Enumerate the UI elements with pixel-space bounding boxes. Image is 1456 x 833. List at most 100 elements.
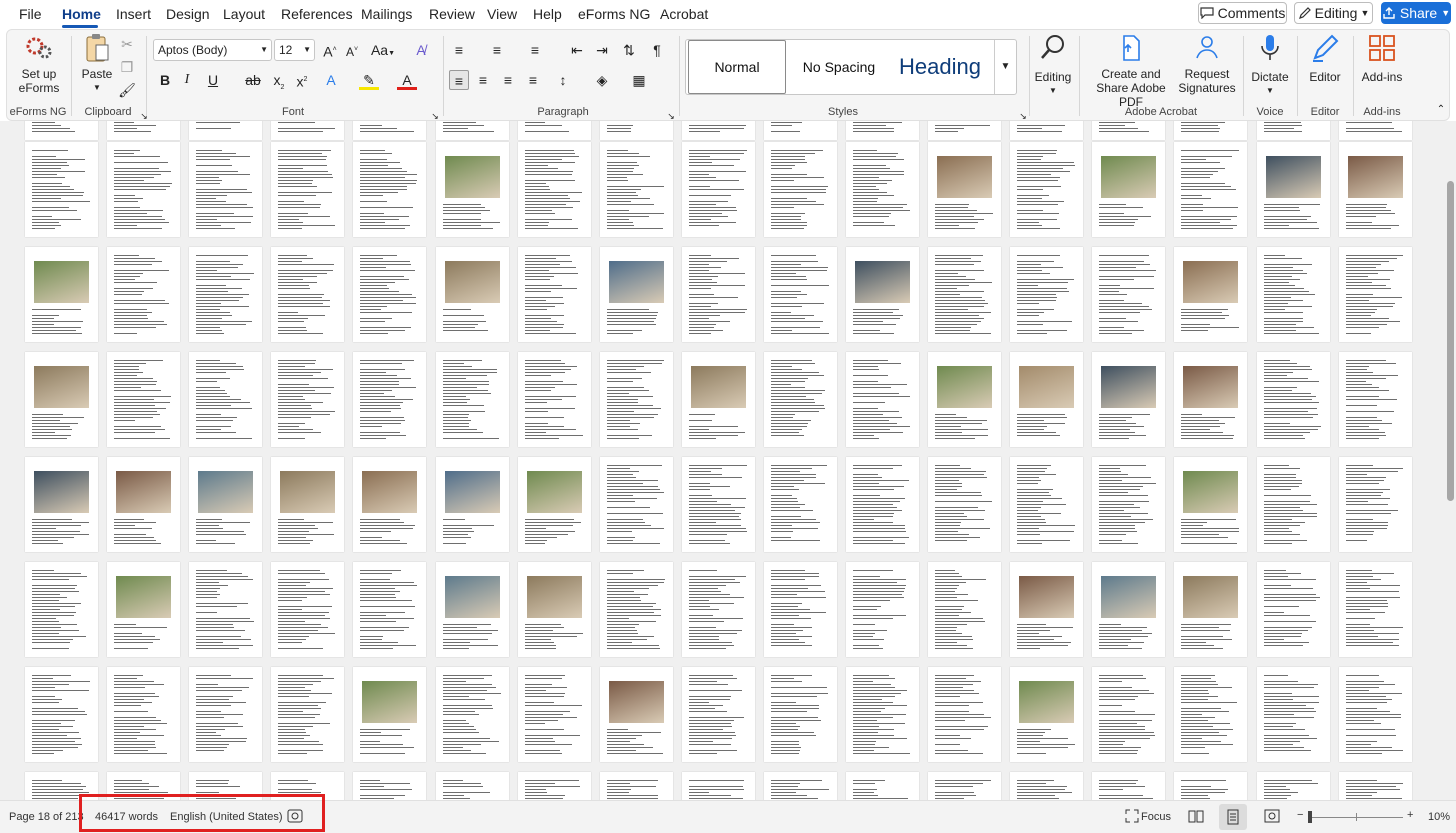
vertical-scrollbar[interactable] — [1445, 121, 1456, 800]
page-thumbnail[interactable] — [764, 562, 837, 657]
zoom-level[interactable]: 10% — [1428, 811, 1450, 823]
page-thumbnail[interactable] — [436, 772, 509, 800]
page-thumbnail[interactable] — [1257, 562, 1330, 657]
page-thumbnail[interactable] — [846, 667, 919, 762]
share-button[interactable]: Share ▼ — [1381, 2, 1451, 24]
page-thumbnail[interactable] — [600, 667, 673, 762]
line-spacing-icon[interactable]: ↕ — [553, 70, 573, 90]
page-thumbnail[interactable] — [1339, 562, 1412, 657]
page-thumbnail[interactable] — [518, 562, 591, 657]
page-thumbnail[interactable] — [1257, 772, 1330, 800]
superscript-icon[interactable]: x2 — [292, 70, 312, 90]
page-thumbnail[interactable] — [189, 142, 262, 237]
tab-mailings[interactable]: Mailings — [361, 6, 412, 22]
page-thumbnail[interactable] — [1092, 121, 1165, 140]
page-thumbnail[interactable] — [436, 562, 509, 657]
page-thumbnail[interactable] — [25, 352, 98, 447]
page-thumbnail[interactable] — [25, 142, 98, 237]
style-heading[interactable]: Heading — [890, 40, 990, 94]
focus-label[interactable]: Focus — [1141, 811, 1171, 823]
page-thumbnail[interactable] — [1010, 121, 1083, 140]
page-thumbnail[interactable] — [600, 247, 673, 342]
page-thumbnail[interactable] — [271, 562, 344, 657]
strikethrough-icon[interactable]: ab — [243, 70, 263, 90]
add-ins-button[interactable]: Add-ins — [1357, 32, 1407, 84]
page-thumbnail[interactable] — [353, 772, 426, 800]
editing-button[interactable]: Editing ▼ — [1033, 32, 1073, 98]
align-center-icon[interactable]: ≡ — [473, 70, 493, 90]
page-thumbnail[interactable] — [764, 457, 837, 552]
page-thumbnail[interactable] — [682, 562, 755, 657]
tab-home[interactable]: Home — [62, 6, 101, 22]
tab-layout[interactable]: Layout — [223, 6, 265, 22]
style-normal[interactable]: Normal — [688, 40, 786, 94]
page-thumbnail[interactable] — [271, 121, 344, 140]
page-thumbnail[interactable] — [1174, 562, 1247, 657]
numbering-icon[interactable]: ≡ — [487, 40, 507, 60]
shrink-font-icon[interactable]: A˅ — [342, 40, 362, 60]
page-thumbnail[interactable] — [1092, 667, 1165, 762]
page-count[interactable]: Page 18 of 213 — [9, 811, 84, 823]
page-thumbnail[interactable] — [1010, 247, 1083, 342]
page-thumbnail[interactable] — [1092, 142, 1165, 237]
create-share-pdf-button[interactable]: Create and Share Adobe PDF — [1085, 32, 1177, 109]
styles-expand-icon[interactable]: ▼ — [994, 40, 1016, 94]
tab-design[interactable]: Design — [166, 6, 210, 22]
page-thumbnail[interactable] — [846, 352, 919, 447]
page-thumbnail[interactable] — [25, 121, 98, 140]
page-thumbnail[interactable] — [107, 352, 180, 447]
page-thumbnail[interactable] — [764, 352, 837, 447]
shading-icon[interactable]: ◈ — [592, 70, 612, 90]
page-thumbnail[interactable] — [189, 121, 262, 140]
page-thumbnail[interactable] — [928, 247, 1001, 342]
decrease-indent-icon[interactable]: ⇤ — [567, 40, 587, 60]
zoom-out-icon[interactable]: − — [1297, 809, 1303, 821]
page-thumbnail[interactable] — [682, 667, 755, 762]
tab-acrobat[interactable]: Acrobat — [660, 6, 708, 22]
page-thumbnail[interactable] — [1339, 142, 1412, 237]
align-right-icon[interactable]: ≡ — [498, 70, 518, 90]
page-thumbnail[interactable] — [928, 457, 1001, 552]
page-thumbnail[interactable] — [1257, 142, 1330, 237]
align-left-icon[interactable]: ≡ — [449, 70, 469, 90]
collapse-ribbon-icon[interactable]: ⌃ — [1431, 100, 1451, 120]
page-thumbnail[interactable] — [353, 562, 426, 657]
page-thumbnail[interactable] — [928, 121, 1001, 140]
page-thumbnail[interactable] — [1174, 142, 1247, 237]
page-thumbnail[interactable] — [928, 562, 1001, 657]
page-thumbnail[interactable] — [1010, 142, 1083, 237]
page-thumbnail[interactable] — [518, 142, 591, 237]
grow-font-icon[interactable]: A˄ — [320, 40, 340, 60]
page-thumbnail[interactable] — [1010, 352, 1083, 447]
justify-icon[interactable]: ≡ — [523, 70, 543, 90]
editor-button[interactable]: Editor — [1301, 32, 1349, 84]
page-thumbnail[interactable] — [1010, 457, 1083, 552]
page-thumbnail[interactable] — [600, 352, 673, 447]
scrollbar-thumb[interactable] — [1447, 181, 1454, 501]
page-thumbnail[interactable] — [682, 772, 755, 800]
page-thumbnail[interactable] — [1339, 772, 1412, 800]
tab-review[interactable]: Review — [429, 6, 475, 22]
page-thumbnail[interactable] — [25, 667, 98, 762]
page-thumbnail[interactable] — [846, 121, 919, 140]
tab-file[interactable]: File — [19, 6, 42, 22]
page-thumbnail[interactable] — [25, 457, 98, 552]
page-thumbnail[interactable] — [189, 352, 262, 447]
page-thumbnail[interactable] — [1174, 352, 1247, 447]
page-thumbnail[interactable] — [107, 142, 180, 237]
show-formatting-icon[interactable]: ¶ — [647, 40, 667, 60]
page-thumbnail[interactable] — [353, 667, 426, 762]
page-thumbnail[interactable] — [1257, 247, 1330, 342]
editing-mode-button[interactable]: Editing ▼ — [1294, 2, 1373, 24]
page-thumbnail[interactable] — [436, 247, 509, 342]
page-thumbnail[interactable] — [107, 562, 180, 657]
page-thumbnail[interactable] — [682, 121, 755, 140]
request-signatures-button[interactable]: Request Signatures — [1177, 32, 1237, 95]
read-mode-icon[interactable] — [1188, 808, 1204, 827]
page-thumbnail[interactable] — [518, 667, 591, 762]
page-thumbnail[interactable] — [271, 142, 344, 237]
page-thumbnail[interactable] — [1257, 667, 1330, 762]
page-thumbnail[interactable] — [25, 562, 98, 657]
font-color-icon[interactable]: A — [397, 70, 417, 90]
page-thumbnail[interactable] — [1339, 247, 1412, 342]
